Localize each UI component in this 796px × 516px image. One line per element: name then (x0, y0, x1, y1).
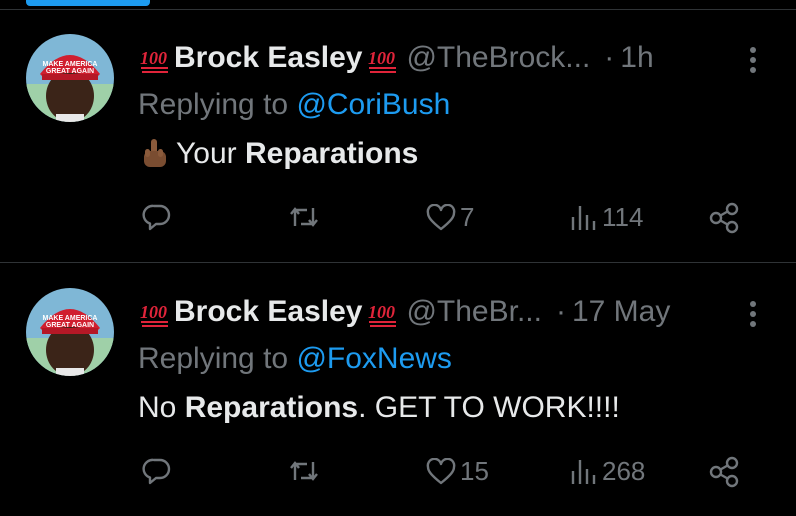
views-icon (571, 459, 596, 484)
like-button[interactable]: 7 (426, 202, 474, 233)
tweet[interactable]: MAKE AMERICA GREAT AGAIN 100 Brock Easle… (0, 10, 796, 262)
replying-to: Replying to @CoriBush (138, 88, 450, 122)
svg-text:100: 100 (368, 48, 395, 68)
svg-text:100: 100 (140, 48, 167, 68)
views-button[interactable]: 114 (568, 202, 643, 233)
tweet-header: 100 Brock Easley 100 @TheBrock... · 1h (138, 40, 654, 76)
views-count: 268 (602, 456, 646, 486)
retweet-icon (290, 207, 318, 227)
tweet-actions: 15 268 (0, 452, 796, 492)
share-icon (709, 202, 739, 234)
hundred-points-icon: 100 (140, 302, 168, 327)
like-count: 15 (460, 456, 489, 486)
tweet-text-bold: Reparations (184, 391, 359, 424)
timestamp[interactable]: 17 May (572, 295, 670, 329)
svg-text:GREAT AGAIN: GREAT AGAIN (46, 68, 94, 75)
like-button[interactable]: 15 (426, 456, 489, 487)
user-handle[interactable]: @TheBrock... (406, 41, 590, 75)
separator-dot: · (604, 41, 615, 74)
middle-finger-icon (144, 139, 166, 167)
like-count: 7 (460, 202, 475, 232)
tweet-text-part: . GET TO WORK!!!! (358, 391, 620, 424)
retweet-icon (290, 461, 318, 481)
svg-text:MAKE AMERICA: MAKE AMERICA (43, 315, 98, 322)
tweet-divider (0, 262, 796, 263)
tweet[interactable]: MAKE AMERICA GREAT AGAIN 100 Brock Easle… (0, 264, 796, 516)
tweet-actions: 7 114 (0, 198, 796, 238)
more-vertical-icon (750, 47, 756, 73)
tweet-text: Your Reparations (138, 137, 418, 171)
tweet-text-part: No (138, 391, 177, 424)
tweet-text-part: Your (176, 137, 237, 170)
retweet-button[interactable] (288, 456, 320, 486)
hundred-points-icon: 100 (140, 48, 168, 73)
svg-text:GREAT AGAIN: GREAT AGAIN (46, 322, 94, 329)
share-icon (709, 456, 739, 488)
reply-icon (142, 204, 171, 231)
retweet-button[interactable] (288, 202, 320, 232)
active-tab-indicator (26, 0, 150, 6)
replying-to-handle[interactable]: @FoxNews (296, 342, 451, 375)
avatar[interactable]: MAKE AMERICA GREAT AGAIN (26, 288, 114, 376)
display-name[interactable]: Brock Easley (174, 295, 362, 329)
more-options-button[interactable] (741, 44, 765, 76)
timestamp[interactable]: 1h (620, 41, 653, 75)
views-button[interactable]: 268 (568, 456, 645, 487)
more-vertical-icon (750, 301, 756, 327)
user-handle[interactable]: @TheBr... (406, 295, 542, 329)
heart-icon (426, 457, 456, 484)
share-button[interactable] (708, 202, 740, 234)
reply-icon (142, 458, 171, 485)
avatar[interactable]: MAKE AMERICA GREAT AGAIN (26, 34, 114, 122)
replying-to-label: Replying to (138, 88, 289, 121)
svg-text:MAKE AMERICA: MAKE AMERICA (43, 61, 98, 68)
top-tab-bar (0, 0, 796, 8)
tweet-text-bold: Reparations (244, 137, 419, 170)
reply-button[interactable] (142, 456, 172, 486)
views-count: 114 (602, 202, 644, 232)
replying-to: Replying to @FoxNews (138, 342, 452, 376)
heart-icon (426, 203, 456, 230)
tweet-text: No Reparations. GET TO WORK!!!! (138, 391, 620, 425)
display-name[interactable]: Brock Easley (174, 41, 362, 75)
views-icon (571, 205, 596, 230)
hundred-points-icon: 100 (368, 48, 397, 73)
reply-button[interactable] (142, 202, 172, 232)
more-options-button[interactable] (741, 298, 765, 330)
svg-text:100: 100 (140, 302, 167, 322)
replying-to-handle[interactable]: @CoriBush (296, 88, 450, 121)
replying-to-label: Replying to (138, 342, 289, 375)
share-button[interactable] (708, 456, 740, 488)
svg-text:100: 100 (368, 302, 395, 322)
tweet-header: 100 Brock Easley 100 @TheBr... · 17 May (138, 294, 670, 330)
separator-dot: · (555, 295, 566, 328)
hundred-points-icon: 100 (368, 302, 397, 327)
